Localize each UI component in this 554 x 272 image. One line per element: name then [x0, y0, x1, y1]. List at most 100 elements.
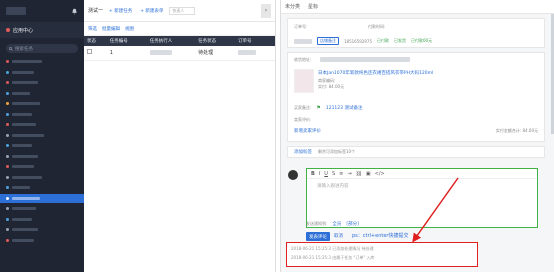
blurred-buyer: [294, 38, 312, 44]
order-info-card: 订单号: 付款时间: 店铺备注 18516592975 已付款 已发货 已付款0…: [287, 18, 545, 48]
sidebar-app-center[interactable]: 应用中心: [0, 22, 84, 38]
bold-button[interactable]: B: [311, 171, 315, 177]
search-icon: [9, 46, 13, 51]
status-amount: 已付款00元: [411, 38, 433, 43]
task-table: 状态 任务编号 任务执行人 任务状态 订单号 1 待处理: [84, 36, 275, 61]
company-logo: [6, 7, 26, 15]
sidebar-item[interactable]: [6, 204, 78, 213]
submit-comment-button[interactable]: 发表评论: [306, 232, 330, 241]
row-status: 待处理: [195, 46, 236, 61]
task-list-header: 测试一 + 新建任务 + 新建表单 快速人 ›: [84, 0, 275, 22]
add-tag-button[interactable]: 添加标签: [294, 149, 312, 155]
sidebar-item[interactable]: [6, 68, 78, 77]
bell-icon[interactable]: [71, 8, 78, 15]
underline-button[interactable]: U: [324, 171, 328, 177]
sidebar-search-placeholder: 搜索任务: [15, 46, 33, 52]
sidebar-item[interactable]: [6, 162, 78, 171]
shortcut-annotation: ps：ctrl+enter快捷提交: [352, 233, 409, 239]
notify-row: 发送通知到: 全员 [部分]: [306, 221, 359, 227]
sidebar-item[interactable]: [6, 89, 78, 98]
col-order-num[interactable]: 订单号: [235, 36, 275, 46]
blurred-order: [238, 49, 257, 55]
sidebar-item[interactable]: [6, 57, 78, 66]
user-avatar: [288, 170, 298, 180]
notify-all[interactable]: 全员: [332, 221, 341, 227]
log-line: 2018-06-21 15:25:3 已添加处理情况 待处理: [291, 246, 374, 251]
editor-toolbar: B I U S ≡ ⇥ ⛓ ▣ </>: [307, 169, 537, 179]
blurred-assignee: [149, 49, 172, 55]
col-status[interactable]: 状态: [84, 36, 107, 46]
product-info-card: 收货地址: 日本Jan1070年新款纯色连衣裙百搭风衣带PH大码120ml 商家…: [287, 52, 545, 142]
sidebar-top-bar: [0, 0, 84, 22]
link-icon[interactable]: ⛓: [356, 171, 362, 177]
sidebar-item[interactable]: [6, 110, 78, 119]
sidebar-item[interactable]: [6, 120, 78, 129]
image-icon[interactable]: ▣: [366, 171, 371, 177]
log-line: 2018-06-21 15:25:3 由属于任务 "订单" 入库: [291, 255, 375, 260]
row-checkbox[interactable]: [87, 49, 92, 55]
seller-eval-label: 卖家评价:: [294, 117, 312, 122]
indent-icon[interactable]: ⇥: [347, 171, 351, 177]
toolbar-filter[interactable]: 筛选: [88, 26, 97, 32]
buyer-note-label: 买家备注:: [294, 105, 312, 110]
sidebar-search[interactable]: 搜索任务: [6, 44, 78, 53]
sidebar-item[interactable]: [6, 78, 78, 87]
collapse-arrow-icon[interactable]: ›: [261, 3, 271, 18]
editor-placeholder: 请输入跟进内容: [317, 184, 349, 189]
table-header-row: 状态 任务编号 任务执行人 任务状态 订单号: [84, 36, 275, 46]
table-row[interactable]: 1 待处理: [84, 46, 275, 61]
shop-note-tag[interactable]: 店铺备注: [317, 37, 339, 45]
activity-log-box: 2018-06-21 15:25:3 已添加处理情况 待处理 2018-06-2…: [286, 242, 478, 267]
strike-button[interactable]: S: [332, 171, 335, 177]
flag-icon: ⚑: [316, 105, 321, 111]
app-center-icon: [6, 28, 10, 32]
pay-time-label: 付款时间:: [368, 24, 386, 29]
col-task-num[interactable]: 任务编号: [106, 36, 147, 46]
app-center-label: 应用中心: [13, 27, 34, 34]
sidebar-item-selected[interactable]: [0, 193, 84, 203]
product-price: 实付: 84.00元: [318, 84, 345, 89]
sidebar-item[interactable]: [6, 215, 78, 224]
comment-editor[interactable]: B I U S ≡ ⇥ ⛓ ▣ </> 请输入跟进内容: [306, 168, 538, 228]
status-paid: 已付款: [377, 38, 389, 43]
new-form-button[interactable]: + 新建表单: [138, 7, 165, 15]
buyer-phone: 18516592975: [344, 38, 372, 44]
product-title[interactable]: 日本Jan1070年新款纯色连衣裙百搭风衣带PH大码120ml: [318, 70, 518, 76]
toolbar-view[interactable]: 视图: [125, 26, 134, 32]
buyer-note-value[interactable]: 121123 测试备注: [326, 105, 363, 111]
status-shipped: 已发货: [394, 38, 406, 43]
address-label: 收货地址:: [294, 57, 312, 62]
list-title[interactable]: 测试一: [88, 7, 103, 14]
tag-row: 添加标签 剩余可添加标签10个: [287, 146, 545, 158]
sidebar-item[interactable]: [6, 152, 78, 161]
row-num: 1: [106, 46, 147, 61]
italic-button[interactable]: I: [319, 171, 320, 177]
tab-uncategorized[interactable]: 未分类: [285, 3, 300, 10]
sidebar-item[interactable]: [6, 236, 78, 245]
new-task-button[interactable]: + 新建任务: [107, 7, 134, 15]
toolbar-batch-edit[interactable]: 批量编辑: [102, 26, 120, 32]
sidebar-item[interactable]: [6, 183, 78, 192]
cancel-button[interactable]: 取消: [334, 233, 343, 239]
task-list-panel: 测试一 + 新建任务 + 新建表单 快速人 › 筛选 批量编辑 视图 状态 任务…: [84, 0, 276, 272]
product-thumbnail[interactable]: [294, 69, 314, 93]
col-task-status[interactable]: 任务状态: [195, 36, 236, 46]
list-icon[interactable]: ≡: [339, 171, 343, 177]
code-icon[interactable]: </>: [375, 171, 385, 177]
sidebar-item[interactable]: [6, 131, 78, 140]
tab-starred[interactable]: 星标: [308, 3, 318, 10]
total-amount: 实付金额合计: 84.00元: [495, 128, 538, 133]
sidebar-item[interactable]: [6, 141, 78, 150]
notify-partial[interactable]: [部分]: [346, 221, 359, 227]
detail-header: 未分类 星标: [281, 0, 554, 14]
buyer-note-row: 买家备注: ⚑ 121123 测试备注: [294, 105, 362, 111]
sidebar-item[interactable]: [6, 225, 78, 234]
col-assignee[interactable]: 任务执行人: [146, 36, 196, 46]
list-search-input[interactable]: 快速人: [169, 6, 196, 15]
sidebar-item[interactable]: [6, 173, 78, 182]
list-toolbar: 筛选 批量编辑 视图: [84, 22, 275, 36]
seller-eval-button[interactable]: 新增卖家评价: [294, 128, 321, 134]
notify-label: 发送通知到:: [306, 221, 328, 226]
sidebar-item[interactable]: [6, 99, 78, 108]
order-tags: 店铺备注 18516592975 已付款 已发货 已付款00元: [294, 37, 432, 45]
